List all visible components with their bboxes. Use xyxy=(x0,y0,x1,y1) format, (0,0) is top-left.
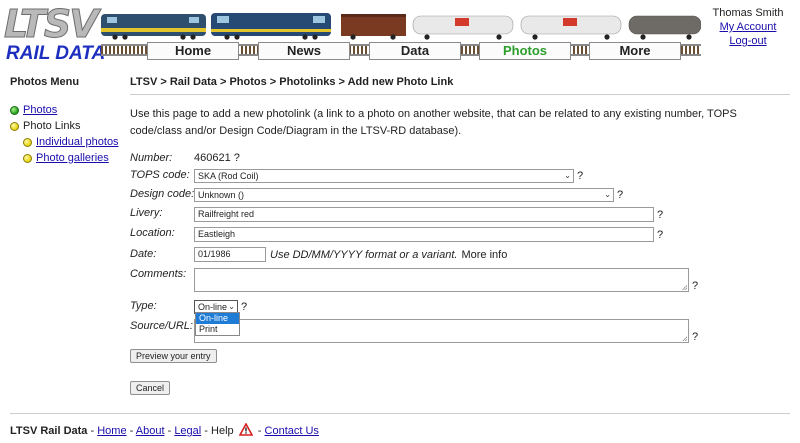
footer-about-link[interactable]: About xyxy=(136,425,165,437)
sidebar-title: Photos Menu xyxy=(10,76,80,88)
livery-label: Livery: xyxy=(130,207,163,219)
tops-code-help[interactable]: ? xyxy=(577,170,583,182)
logo-ltsv-text: LTSV xyxy=(4,2,100,46)
site-header: LTSV RAIL DATA Home News Data Photos Mor… xyxy=(0,0,800,66)
date-format-hint: Use DD/MM/YYYY format or a variant. xyxy=(270,248,458,261)
sidebar-item-photos[interactable]: Photos xyxy=(10,102,122,118)
green-dot-icon xyxy=(10,105,19,115)
tops-code-value: SKA (Rod Coil) xyxy=(198,171,259,181)
source-url-help[interactable]: ? xyxy=(692,331,698,343)
location-help[interactable]: ? xyxy=(657,229,663,241)
nav-home-button[interactable]: Home xyxy=(147,42,239,60)
chevron-down-icon: ⌄ xyxy=(604,190,611,199)
number-value: 460621 xyxy=(194,152,231,164)
yellow-dot-icon xyxy=(23,153,32,163)
date-label: Date: xyxy=(130,248,157,260)
number-label: Number: xyxy=(130,152,173,164)
design-code-select[interactable]: Unknown () ⌄ xyxy=(194,188,614,202)
type-help[interactable]: ? xyxy=(241,301,247,313)
sidebar-item-label[interactable]: Photos xyxy=(23,102,57,118)
train-banner-image xyxy=(101,13,701,40)
yellow-dot-icon xyxy=(10,121,19,131)
sidebar-item-label: Photo Links xyxy=(23,120,81,132)
yellow-dot-icon xyxy=(23,137,32,147)
my-account-link[interactable]: My Account xyxy=(704,20,792,34)
livery-input[interactable]: Railfreight red xyxy=(194,207,654,222)
nav-data-button[interactable]: Data xyxy=(369,42,461,60)
logout-link[interactable]: Log-out xyxy=(704,34,792,48)
chevron-down-icon: ⌄ xyxy=(564,171,571,180)
logo-rail-data-text: RAIL DATA xyxy=(6,43,106,64)
warning-triangle-icon[interactable] xyxy=(238,423,253,436)
type-option-online[interactable]: On-line xyxy=(196,313,239,324)
date-input[interactable]: 01/1986 xyxy=(194,247,266,262)
preview-entry-button[interactable]: Preview your entry xyxy=(130,349,217,363)
location-input[interactable]: Eastleigh xyxy=(194,227,654,242)
comments-help[interactable]: ? xyxy=(692,280,698,292)
location-label: Location: xyxy=(130,227,175,239)
design-code-help[interactable]: ? xyxy=(617,189,623,201)
tops-code-label: TOPS code: xyxy=(130,169,190,181)
tops-code-select[interactable]: SKA (Rod Coil) ⌄ xyxy=(194,169,574,183)
user-name: Thomas Smith xyxy=(712,7,784,19)
footer-help-label[interactable]: Help xyxy=(211,425,234,437)
footer-contact-link[interactable]: Contact Us xyxy=(265,425,319,437)
design-code-value: Unknown () xyxy=(198,190,245,200)
sidebar-item-photo-links: Photo Links xyxy=(10,118,122,134)
comments-label: Comments: xyxy=(130,268,187,280)
site-logo[interactable]: LTSV RAIL DATA xyxy=(4,2,106,64)
photos-sidebar: Photos Menu Photos Photo Links Individua… xyxy=(10,76,122,166)
number-help[interactable]: ? xyxy=(234,152,240,164)
type-label: Type: xyxy=(130,300,157,312)
comments-textarea[interactable] xyxy=(194,268,689,292)
cancel-button[interactable]: Cancel xyxy=(130,381,171,395)
type-option-print[interactable]: Print xyxy=(196,324,239,335)
sidebar-item-label[interactable]: Photo galleries xyxy=(36,150,109,166)
date-more-info-link[interactable]: More info xyxy=(461,249,507,261)
site-footer: LTSV Rail Data - Home - About - Legal - … xyxy=(10,413,790,437)
nav-news-button[interactable]: News xyxy=(258,42,350,60)
sidebar-item-individual-photos[interactable]: Individual photos xyxy=(10,134,122,150)
sidebar-item-label[interactable]: Individual photos xyxy=(36,134,119,150)
nav-photos-button[interactable]: Photos xyxy=(479,42,571,60)
add-photolink-form: Number: 460621 ? TOPS code: SKA (Rod Coi… xyxy=(130,76,790,406)
footer-site-name: LTSV Rail Data xyxy=(10,425,88,437)
user-panel: Thomas Smith My Account Log-out xyxy=(704,6,792,48)
source-url-textarea[interactable] xyxy=(194,319,689,343)
source-url-label: Source/URL: xyxy=(130,320,193,332)
footer-home-link[interactable]: Home xyxy=(97,425,126,437)
sidebar-item-photo-galleries[interactable]: Photo galleries xyxy=(10,150,122,166)
footer-legal-link[interactable]: Legal xyxy=(174,425,201,437)
design-code-label: Design code: xyxy=(130,188,195,200)
type-dropdown-list: On-line Print xyxy=(195,312,240,336)
main-content: LTSV > Rail Data > Photos > Photolinks >… xyxy=(130,76,790,395)
livery-help[interactable]: ? xyxy=(657,209,663,221)
nav-more-button[interactable]: More xyxy=(589,42,681,60)
